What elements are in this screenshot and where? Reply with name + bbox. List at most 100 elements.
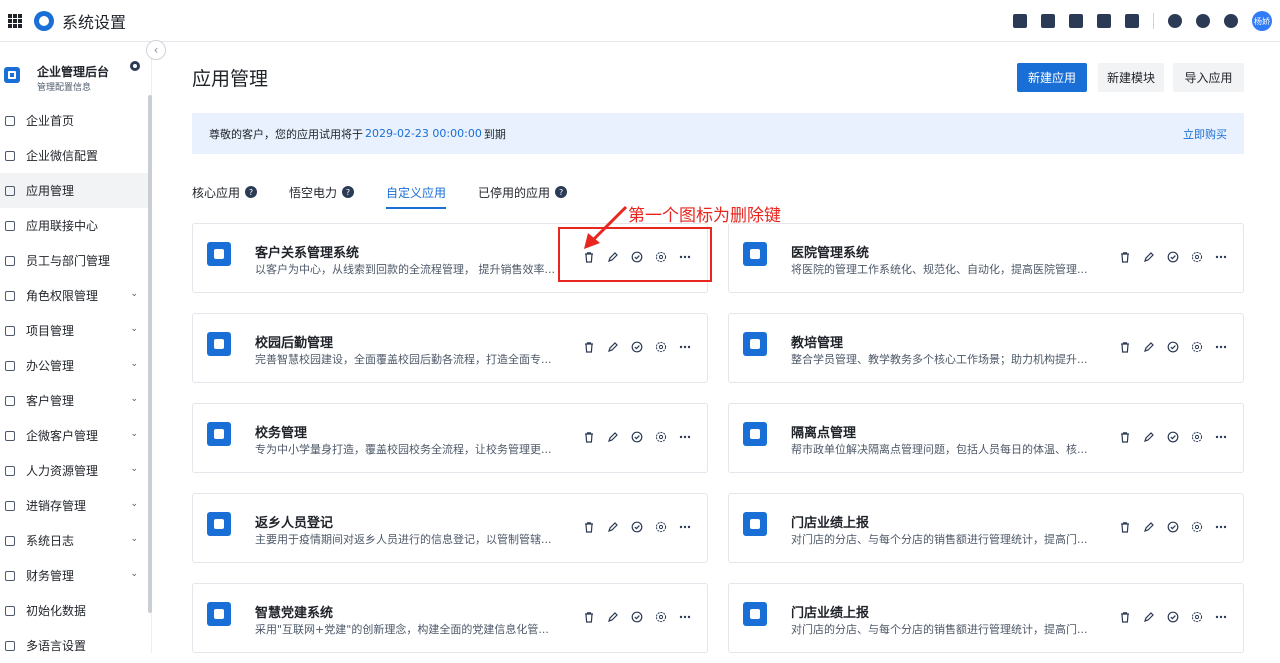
more-icon[interactable] <box>679 431 691 443</box>
calendar-icon[interactable] <box>1125 14 1139 28</box>
trash-icon[interactable] <box>1119 521 1131 533</box>
help-icon[interactable]: ? <box>245 186 258 198</box>
app-card[interactable]: 校务管理 专为中小学量身打造，覆盖校园校务全流程，让校务管理更... <box>192 403 708 473</box>
settings-icon[interactable] <box>655 431 667 443</box>
trash-icon[interactable] <box>583 431 595 443</box>
sidebar-item-label: 人力资源管理 <box>26 464 99 478</box>
sidebar-item[interactable]: 财务管理 ⌄ <box>0 558 152 593</box>
trash-icon[interactable] <box>583 341 595 353</box>
shield-check-icon[interactable] <box>631 431 643 443</box>
new-app-button[interactable]: 新建应用 <box>1017 63 1087 92</box>
trash-icon[interactable] <box>583 521 595 533</box>
scrollbar[interactable] <box>148 95 152 613</box>
settings-icon[interactable] <box>655 341 667 353</box>
app-card[interactable]: 智慧党建系统 采用"互联网+党建"的创新理念，构建全面的党建信息化管... <box>192 583 708 653</box>
shield-check-icon[interactable] <box>1167 251 1179 263</box>
phone-icon[interactable] <box>1097 14 1111 28</box>
tab[interactable]: 自定义应用 <box>386 179 447 209</box>
new-module-button[interactable]: 新建模块 <box>1098 63 1164 92</box>
sidebar-item[interactable]: 企微客户管理 ⌄ <box>0 418 152 453</box>
app-card[interactable]: 门店业绩上报 对门店的分店、与每个分店的销售额进行管理统计，提高门... <box>728 583 1244 653</box>
shield-check-icon[interactable] <box>1167 611 1179 623</box>
tab[interactable]: 核心应用? <box>192 179 258 205</box>
more-icon[interactable] <box>679 521 691 533</box>
edit-icon[interactable] <box>1143 341 1155 353</box>
trash-icon[interactable] <box>1119 341 1131 353</box>
edit-icon[interactable] <box>1143 521 1155 533</box>
settings-icon[interactable] <box>1191 251 1203 263</box>
collapse-sidebar-button[interactable]: ‹ <box>146 40 166 60</box>
bell-icon[interactable] <box>1168 14 1182 28</box>
settings-icon[interactable] <box>1191 341 1203 353</box>
more-icon[interactable] <box>1215 611 1227 623</box>
buy-now-link[interactable]: 立即购买 <box>1183 126 1227 142</box>
edit-icon[interactable] <box>1143 431 1155 443</box>
more-icon[interactable] <box>679 341 691 353</box>
top-icon-group: 杨娇 <box>1013 0 1272 42</box>
import-app-button[interactable]: 导入应用 <box>1173 63 1244 92</box>
sidebar-item[interactable]: 办公管理 ⌄ <box>0 348 152 383</box>
edit-icon[interactable] <box>607 611 619 623</box>
app-card[interactable]: 医院管理系统 将医院的管理工作系统化、规范化、自动化，提高医院管理... <box>728 223 1244 293</box>
tab[interactable]: 已停用的应用? <box>478 179 568 205</box>
sidebar-item[interactable]: 项目管理 ⌄ <box>0 313 152 348</box>
app-card[interactable]: 返乡人员登记 主要用于疫情期间对返乡人员进行的信息登记，以管制管辖... <box>192 493 708 563</box>
avatar[interactable]: 杨娇 <box>1252 11 1272 31</box>
shield-check-icon[interactable] <box>631 611 643 623</box>
note-icon[interactable] <box>1069 14 1083 28</box>
check-square-icon[interactable] <box>1013 14 1027 28</box>
sidebar-item[interactable]: 初始化数据 <box>0 593 152 628</box>
edit-icon[interactable] <box>1143 251 1155 263</box>
trash-icon[interactable] <box>1119 431 1131 443</box>
trash-icon[interactable] <box>1119 611 1131 623</box>
sidebar-item[interactable]: 客户管理 ⌄ <box>0 383 152 418</box>
org-settings-icon[interactable] <box>130 61 140 71</box>
person-icon[interactable] <box>1041 14 1055 28</box>
shield-check-icon[interactable] <box>1167 431 1179 443</box>
trash-icon[interactable] <box>1119 251 1131 263</box>
shield-check-icon[interactable] <box>1167 521 1179 533</box>
settings-icon[interactable] <box>1191 521 1203 533</box>
sidebar-item[interactable]: 员工与部门管理 <box>0 243 152 278</box>
sidebar-item[interactable]: 企业微信配置 <box>0 138 152 173</box>
chevron-down-icon: ⌄ <box>130 534 138 544</box>
sidebar-item[interactable]: 应用联接中心 <box>0 208 152 243</box>
settings-icon[interactable] <box>1191 611 1203 623</box>
app-card[interactable]: 教培管理 整合学员管理、教学教务多个核心工作场景；助力机构提升... <box>728 313 1244 383</box>
settings-icon[interactable] <box>655 611 667 623</box>
more-icon[interactable] <box>679 611 691 623</box>
edit-icon[interactable] <box>607 431 619 443</box>
sidebar-item-label: 应用联接中心 <box>26 219 99 233</box>
shield-check-icon[interactable] <box>631 341 643 353</box>
app-card[interactable]: 校园后勤管理 完善智慧校园建设，全面覆盖校园后勤各流程，打造全面专... <box>192 313 708 383</box>
sidebar-item[interactable]: 进销存管理 ⌄ <box>0 488 152 523</box>
settings-icon[interactable] <box>655 521 667 533</box>
shield-check-icon[interactable] <box>1167 341 1179 353</box>
sidebar-item[interactable]: 角色权限管理 ⌄ <box>0 278 152 313</box>
sidebar-item-label: 系统日志 <box>26 534 75 548</box>
sidebar-item[interactable]: 应用管理 <box>0 173 152 208</box>
edit-icon[interactable] <box>607 341 619 353</box>
box-icon <box>5 500 15 511</box>
settings-icon[interactable] <box>1191 431 1203 443</box>
more-icon[interactable] <box>1215 431 1227 443</box>
edit-icon[interactable] <box>607 521 619 533</box>
help-icon[interactable]: ? <box>555 186 568 198</box>
edit-icon[interactable] <box>1143 611 1155 623</box>
gear-icon[interactable] <box>1224 14 1238 28</box>
sidebar-item[interactable]: 人力资源管理 ⌄ <box>0 453 152 488</box>
shield-check-icon[interactable] <box>631 521 643 533</box>
app-card[interactable]: 门店业绩上报 对门店的分店、与每个分店的销售额进行管理统计，提高门... <box>728 493 1244 563</box>
more-icon[interactable] <box>1215 341 1227 353</box>
tab[interactable]: 悟空电力? <box>289 179 355 205</box>
sidebar-item[interactable]: 企业首页 <box>0 103 152 138</box>
sidebar-item[interactable]: 多语言设置 <box>0 628 152 663</box>
trash-icon[interactable] <box>583 611 595 623</box>
help-icon[interactable]: ? <box>342 186 355 198</box>
more-icon[interactable] <box>1215 521 1227 533</box>
app-grid-icon[interactable] <box>8 13 22 28</box>
sidebar-item[interactable]: 系统日志 ⌄ <box>0 523 152 558</box>
app-card[interactable]: 隔离点管理 帮市政单位解决隔离点管理问题，包括人员每日的体温、核... <box>728 403 1244 473</box>
more-icon[interactable] <box>1215 251 1227 263</box>
help-icon[interactable] <box>1196 14 1210 28</box>
